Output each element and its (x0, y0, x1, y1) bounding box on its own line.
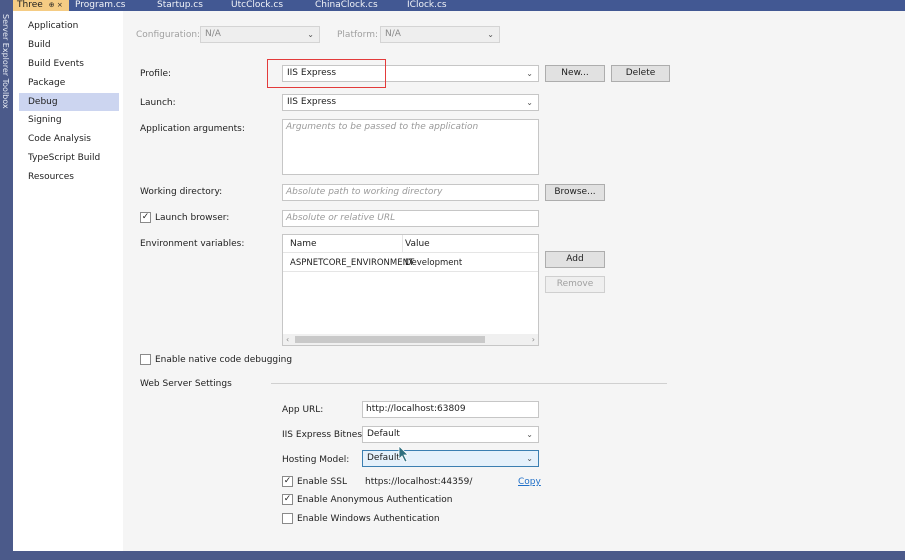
env-vars-header: Name Value (283, 235, 538, 253)
launch-browser-checkbox[interactable]: ✓ (140, 212, 151, 223)
working-dir-label: Working directory: (140, 187, 223, 197)
env-vars-grid[interactable]: Name Value ASPNETCORE_ENVIRONMENT Develo… (282, 234, 539, 346)
bitness-value: Default (367, 429, 400, 439)
tab-utcclock-cs[interactable]: UtcClock.cs (227, 0, 311, 11)
chevron-down-icon: ⌄ (526, 430, 533, 439)
env-vars-horizontal-scrollbar[interactable]: ‹ › (283, 334, 538, 345)
chevron-down-icon: ⌄ (526, 69, 533, 78)
delete-profile-button[interactable]: Delete (611, 65, 670, 82)
hosting-model-value: Default (367, 453, 400, 463)
chevron-down-icon: ⌄ (487, 30, 494, 39)
browse-button[interactable]: Browse... (545, 184, 605, 201)
status-bar (13, 551, 905, 560)
checkmark-icon: ✓ (141, 212, 150, 222)
hosting-model-combo[interactable]: Default ⌄ (362, 450, 539, 467)
tab-label: ChinaClock.cs (315, 0, 378, 10)
add-env-var-button[interactable]: Add (545, 251, 605, 268)
platform-value: N/A (385, 29, 401, 39)
app-args-placeholder: Arguments to be passed to the applicatio… (286, 122, 479, 132)
copy-ssl-url-link[interactable]: Copy (518, 477, 541, 487)
configuration-combo: N/A ⌄ (200, 26, 320, 43)
nav-item-build[interactable]: Build (19, 36, 119, 54)
remove-env-var-button: Remove (545, 276, 605, 293)
section-divider (271, 383, 667, 384)
property-nav-panel: Application Build Build Events Package D… (13, 11, 123, 551)
nav-item-application[interactable]: Application (19, 17, 119, 35)
launch-label: Launch: (140, 98, 176, 108)
app-url-label: App URL: (282, 405, 324, 415)
mouse-cursor-icon (398, 445, 409, 463)
nav-item-signing[interactable]: Signing (19, 111, 119, 129)
launch-browser-url-input[interactable]: Absolute or relative URL (282, 210, 539, 227)
tab-label: UtcClock.cs (231, 0, 284, 10)
windows-auth-checkbox[interactable] (282, 513, 293, 524)
table-row[interactable]: ASPNETCORE_ENVIRONMENT Development (283, 254, 538, 272)
enable-ssl-label: Enable SSL (297, 477, 347, 487)
launch-combo[interactable]: IIS Express ⌄ (282, 94, 539, 111)
launch-value: IIS Express (287, 97, 337, 107)
document-tab-bar: Three ⊕ × Program.cs Startup.cs UtcClock.… (13, 0, 905, 11)
tab-three[interactable]: Three ⊕ × (13, 0, 69, 11)
tab-iclock-cs[interactable]: IClock.cs (403, 0, 475, 11)
enable-ssl-checkbox[interactable]: ✓ (282, 476, 293, 487)
platform-combo: N/A ⌄ (380, 26, 500, 43)
native-debug-label: Enable native code debugging (155, 355, 293, 365)
tool-window-strip-label[interactable]: Server Explorer Toolbox (1, 14, 10, 109)
tab-label: Three (17, 0, 43, 10)
nav-item-typescript-build[interactable]: TypeScript Build (19, 149, 119, 167)
configuration-label: Configuration: (136, 30, 201, 40)
chevron-down-icon: ⌄ (307, 30, 314, 39)
pin-close-icon[interactable]: ⊕ × (49, 1, 63, 9)
column-divider[interactable] (402, 235, 403, 253)
app-args-textarea[interactable]: Arguments to be passed to the applicatio… (282, 119, 539, 175)
configuration-value: N/A (205, 29, 221, 39)
working-dir-placeholder: Absolute path to working directory (286, 187, 443, 197)
tab-label: Startup.cs (157, 0, 203, 10)
env-var-value[interactable]: Development (405, 258, 462, 268)
chevron-right-icon[interactable]: › (532, 334, 535, 345)
tab-chinaclock-cs[interactable]: ChinaClock.cs (311, 0, 403, 11)
app-args-label: Application arguments: (140, 124, 245, 134)
nav-item-resources[interactable]: Resources (19, 168, 119, 186)
anonymous-auth-checkbox[interactable]: ✓ (282, 494, 293, 505)
working-dir-input[interactable]: Absolute path to working directory (282, 184, 539, 201)
windows-auth-label: Enable Windows Authentication (297, 514, 440, 524)
nav-item-debug[interactable]: Debug (19, 93, 119, 111)
tab-startup-cs[interactable]: Startup.cs (153, 0, 227, 11)
column-header-value[interactable]: Value (405, 239, 430, 249)
env-vars-label: Environment variables: (140, 239, 245, 249)
bitness-label: IIS Express Bitness: (282, 430, 370, 440)
chevron-down-icon: ⌄ (526, 98, 533, 107)
tool-window-strip[interactable]: Server Explorer Toolbox (0, 0, 13, 560)
nav-item-package[interactable]: Package (19, 74, 119, 92)
chevron-left-icon[interactable]: ‹ (286, 334, 289, 345)
nav-item-build-events[interactable]: Build Events (19, 55, 119, 73)
env-var-name[interactable]: ASPNETCORE_ENVIRONMENT (290, 258, 414, 268)
native-debug-checkbox[interactable] (140, 354, 151, 365)
launch-browser-label: Launch browser: (155, 213, 230, 223)
web-server-section-label: Web Server Settings (140, 379, 232, 389)
nav-item-code-analysis[interactable]: Code Analysis (19, 130, 119, 148)
app-url-value: http://localhost:63809 (366, 404, 466, 414)
checkmark-icon: ✓ (283, 476, 292, 486)
column-header-name[interactable]: Name (290, 239, 317, 249)
checkmark-icon: ✓ (283, 494, 292, 504)
tab-label: IClock.cs (407, 0, 447, 10)
app-url-input[interactable]: http://localhost:63809 (362, 401, 539, 418)
ssl-url: https://localhost:44359/ (365, 477, 473, 487)
platform-label: Platform: (337, 30, 378, 40)
profile-label: Profile: (140, 69, 172, 79)
launch-browser-placeholder: Absolute or relative URL (286, 213, 396, 223)
new-profile-button[interactable]: New... (545, 65, 605, 82)
annotation-highlight-box (267, 59, 386, 88)
hosting-model-label: Hosting Model: (282, 455, 350, 465)
bitness-combo[interactable]: Default ⌄ (362, 426, 539, 443)
scrollbar-thumb[interactable] (295, 336, 485, 343)
anonymous-auth-label: Enable Anonymous Authentication (297, 495, 453, 505)
chevron-down-icon: ⌄ (526, 454, 533, 463)
tab-program-cs[interactable]: Program.cs (71, 0, 153, 11)
tab-label: Program.cs (75, 0, 126, 10)
